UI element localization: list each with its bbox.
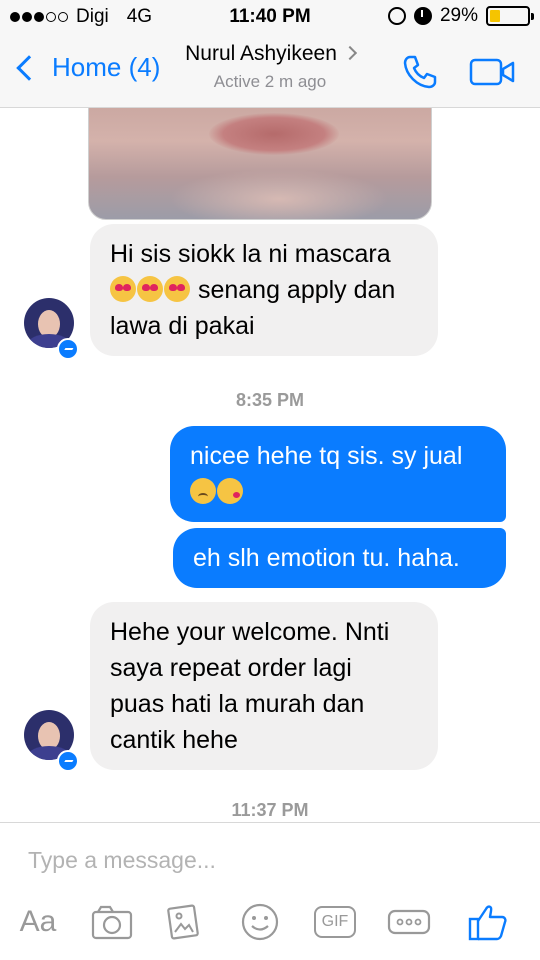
message-line-emoji: senang apply dan: [110, 272, 418, 308]
messenger-badge-icon: [57, 750, 79, 772]
message-text: nicee hehe tq sis. sy jual: [190, 442, 463, 470]
more-options-icon[interactable]: [386, 899, 432, 945]
shared-photo[interactable]: [88, 108, 432, 220]
composer: Aa GIF: [0, 822, 540, 960]
conversation-header: Home (4) Nurul Ashyikeen Active 2 m ago: [0, 34, 540, 108]
heart-eyes-emoji-icon: [110, 276, 136, 302]
timestamp: 8:35 PM: [235, 390, 305, 410]
incoming-message[interactable]: Hi sis siokk la ni mascara senang apply …: [90, 224, 438, 356]
outgoing-message[interactable]: nicee hehe tq sis. sy jual: [170, 426, 506, 522]
video-call-icon[interactable]: [468, 54, 516, 90]
sticker-emoji-icon[interactable]: [238, 899, 282, 945]
message-line: cantik hehe: [110, 726, 238, 754]
message-text: eh slh emotion tu. haha.: [193, 544, 460, 572]
message-input[interactable]: [28, 847, 508, 874]
status-bar: Digi 4G 11:40 PM 29%: [0, 0, 540, 34]
camera-icon[interactable]: [90, 899, 134, 945]
chevron-right-icon: [342, 45, 357, 61]
back-button[interactable]: Home (4): [12, 52, 160, 83]
heart-eyes-emoji-icon: [137, 276, 163, 302]
battery-percent: 29%: [439, 5, 478, 26]
battery-icon: [486, 6, 534, 26]
message-line: puas hati la murah dan: [110, 690, 365, 718]
battery-fill: [490, 10, 501, 22]
photo-lips: [209, 113, 339, 155]
back-label: Home (4): [52, 52, 161, 82]
like-thumbs-up-icon[interactable]: [466, 899, 510, 945]
contact-name: Nurul Ashyikeen: [185, 42, 337, 65]
contact-info[interactable]: Nurul Ashyikeen Active 2 m ago: [160, 42, 380, 92]
disappointed-emoji-icon: [190, 478, 216, 504]
incoming-message[interactable]: Hehe your welcome. Nnti saya repeat orde…: [90, 602, 438, 770]
text-format-button[interactable]: Aa: [16, 899, 60, 945]
messenger-badge-icon: [57, 338, 79, 360]
contact-status: Active 2 m ago: [213, 72, 327, 91]
message-line: senang apply dan: [197, 276, 396, 304]
message-line: saya repeat order lagi: [110, 654, 352, 682]
photo-gallery-icon[interactable]: [164, 899, 204, 945]
message-line: lawa di pakai: [110, 312, 255, 340]
heart-eyes-emoji-icon: [164, 276, 190, 302]
message-list[interactable]: Hi sis siokk la ni mascara senang apply …: [0, 108, 540, 822]
chevron-left-icon: [16, 54, 42, 81]
kiss-emoji-icon: [217, 478, 243, 504]
photo-chin: [169, 169, 389, 219]
composer-toolbar: Aa GIF: [0, 899, 540, 949]
timestamp: 11:37 PM: [231, 800, 309, 820]
status-right: 29%: [387, 5, 534, 27]
phone-call-icon[interactable]: [400, 52, 440, 92]
message-line: Hi sis siokk la ni mascara: [110, 240, 391, 268]
message-line: Hehe your welcome. Nnti: [110, 618, 390, 646]
outgoing-message[interactable]: eh slh emotion tu. haha.: [173, 528, 506, 588]
message-emojis: [190, 474, 486, 510]
gif-label: GIF: [313, 906, 357, 938]
gif-button[interactable]: GIF: [312, 899, 358, 945]
alarm-icon: [413, 7, 432, 25]
rotation-lock-icon: [387, 7, 406, 25]
